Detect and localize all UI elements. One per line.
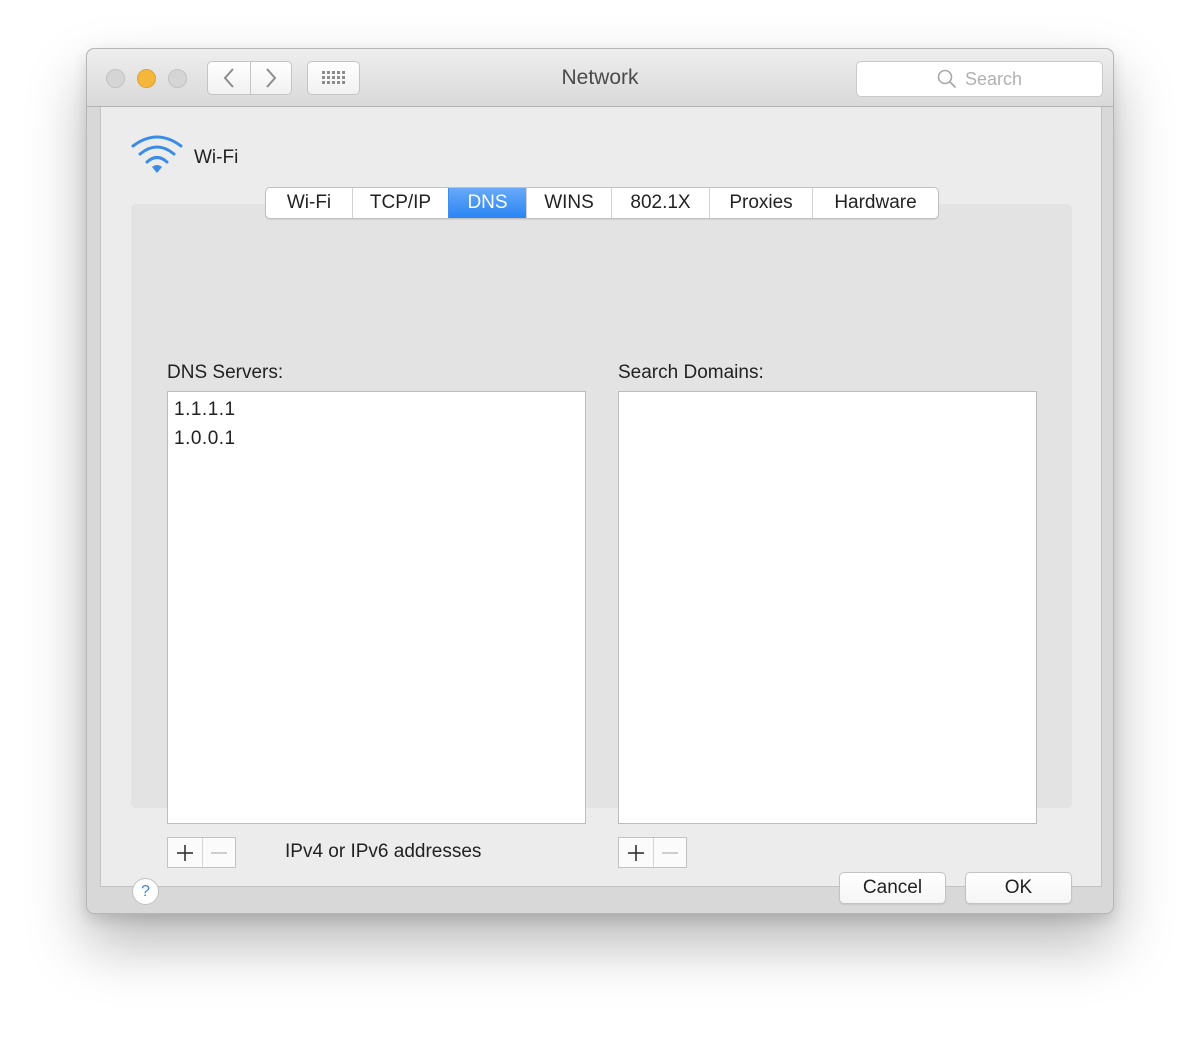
tab-wifi[interactable]: Wi-Fi: [266, 188, 352, 218]
minus-icon: [661, 851, 678, 854]
remove-search-domain-button[interactable]: [652, 838, 687, 867]
add-dns-server-button[interactable]: [168, 838, 202, 867]
cancel-button[interactable]: Cancel: [839, 872, 946, 904]
add-search-domain-button[interactable]: [619, 838, 653, 867]
dns-server-item[interactable]: 1.1.1.1: [168, 395, 585, 424]
ok-button[interactable]: OK: [965, 872, 1072, 904]
dns-servers-label: DNS Servers:: [167, 362, 284, 383]
title-bar: Network Search: [87, 49, 1113, 107]
tab-content-box: DNS Servers: 1.1.1.1 1.0.0.1 IPv4 or IPv…: [131, 204, 1072, 868]
tab-hardware[interactable]: Hardware: [812, 188, 938, 218]
minus-icon: [210, 851, 227, 854]
domains-add-remove-control: [618, 837, 687, 868]
tab-wins[interactable]: WINS: [526, 188, 611, 218]
network-window: Network Search Wi-Fi DNS Servers: 1.1.1.…: [86, 48, 1114, 914]
dns-server-item[interactable]: 1.0.0.1: [168, 424, 585, 453]
search-field[interactable]: Search: [856, 61, 1103, 97]
wifi-icon: [131, 135, 183, 173]
tab-802-1x[interactable]: 802.1X: [611, 188, 709, 218]
tab-dns[interactable]: DNS: [448, 188, 526, 218]
search-domains-label: Search Domains:: [618, 362, 764, 383]
plus-icon: [176, 844, 193, 861]
search-placeholder: Search: [964, 68, 1023, 89]
remove-dns-server-button[interactable]: [201, 838, 236, 867]
help-button[interactable]: ?: [132, 878, 159, 905]
tab-tcp-ip[interactable]: TCP/IP: [352, 188, 448, 218]
settings-pane: Wi-Fi DNS Servers: 1.1.1.1 1.0.0.1 IPv4 …: [100, 107, 1102, 905]
search-icon: [937, 69, 957, 89]
dns-hint-text: IPv4 or IPv6 addresses: [285, 841, 482, 862]
dns-servers-list[interactable]: 1.1.1.1 1.0.0.1: [167, 391, 586, 824]
dns-add-remove-control: [167, 837, 236, 868]
tab-bar: Wi-Fi TCP/IP DNS WINS 802.1X Proxies Har…: [265, 187, 939, 219]
tab-proxies[interactable]: Proxies: [709, 188, 812, 218]
search-domains-list[interactable]: [618, 391, 1037, 824]
plus-icon: [627, 844, 644, 861]
interface-name: Wi-Fi: [194, 147, 239, 168]
